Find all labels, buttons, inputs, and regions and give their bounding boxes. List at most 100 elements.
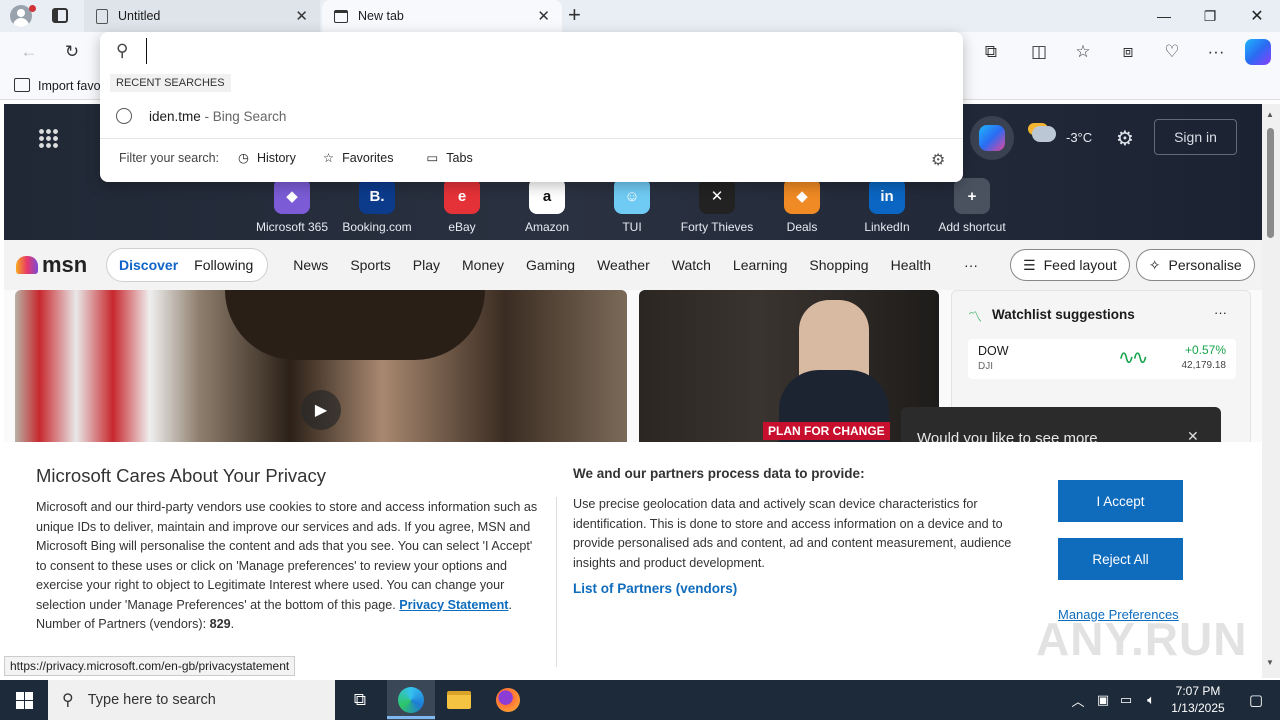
tab-discover[interactable]: Discover: [107, 257, 190, 273]
taskbar-search-placeholder: Type here to search: [87, 692, 216, 708]
scroll-down-arrow[interactable]: ▼: [1266, 658, 1274, 667]
watchlist-icon: 〽: [968, 309, 982, 325]
show-hidden-icons[interactable]: ︿: [1066, 680, 1090, 720]
nav-money[interactable]: Money: [451, 257, 515, 273]
extensions-icon[interactable]: ⧉: [974, 35, 1008, 69]
shortcut-label: eBay: [448, 220, 476, 234]
shortcut-label: LinkedIn: [864, 220, 910, 234]
privacy-statement-link[interactable]: Privacy Statement: [399, 598, 508, 612]
start-button[interactable]: [0, 680, 48, 720]
copilot-icon[interactable]: [970, 116, 1014, 160]
reject-all-button[interactable]: Reject All: [1058, 538, 1183, 580]
msn-logo[interactable]: msn: [16, 252, 94, 278]
nav-learning[interactable]: Learning: [722, 257, 799, 273]
back-button[interactable]: ←: [12, 35, 46, 69]
stock-row[interactable]: DOW DJI ∿∿ +0.57% 42,179.18: [968, 339, 1236, 379]
status-bar-url: https://privacy.microsoft.com/en-gb/priv…: [4, 656, 296, 676]
close-tab-icon[interactable]: ✕: [537, 7, 550, 25]
settings-icon[interactable]: ⚙: [1116, 126, 1134, 151]
nav-weather[interactable]: Weather: [586, 257, 661, 273]
scroll-thumb[interactable]: [1267, 128, 1274, 238]
tab-new-tab[interactable]: New tab ✕: [322, 0, 562, 32]
taskbar-search[interactable]: ⚲ Type here to search: [48, 680, 335, 720]
tabs-icon: ▭: [426, 151, 439, 165]
nav-sports[interactable]: Sports: [339, 257, 401, 273]
import-favorites-icon[interactable]: [14, 78, 30, 92]
windows-logo-icon: [15, 691, 33, 709]
address-input[interactable]: [146, 38, 926, 64]
volume-icon[interactable]: 🔈︎: [1140, 680, 1162, 720]
msn-butterfly-icon: [16, 256, 38, 274]
news-card[interactable]: PLAN FOR CHANGE: [639, 290, 939, 442]
tab-title: Untitled: [118, 9, 161, 23]
consent-left: Microsoft and our third-party vendors us…: [36, 500, 538, 631]
close-tab-icon[interactable]: ✕: [295, 7, 308, 25]
new-tab-button[interactable]: +: [568, 2, 581, 28]
nav-gaming[interactable]: Gaming: [515, 257, 586, 273]
tab-title: New tab: [358, 9, 404, 23]
shortcut-icon: ◆: [274, 178, 310, 214]
watchlist-more-icon[interactable]: ···: [1214, 305, 1227, 320]
shortcut-label: Microsoft 365: [255, 220, 329, 234]
stock-sparkline-icon: ∿∿: [1118, 347, 1148, 369]
video-card[interactable]: ▶: [15, 290, 627, 442]
shortcut-label: Amazon: [524, 220, 570, 234]
import-favorites-link[interactable]: Import favo: [38, 79, 101, 93]
edge-icon[interactable]: [387, 680, 435, 720]
minimize-button[interactable]: —: [1141, 0, 1187, 32]
weather-temp[interactable]: -3°C: [1066, 130, 1092, 145]
task-view-icon[interactable]: ⧉: [336, 680, 384, 720]
close-window-button[interactable]: ✕: [1234, 0, 1280, 32]
filter-tabs[interactable]: ▭ Tabs: [426, 150, 472, 166]
toast-close-icon[interactable]: ✕: [1187, 428, 1199, 442]
accept-button[interactable]: I Accept: [1058, 480, 1183, 522]
file-explorer-icon[interactable]: [435, 680, 483, 720]
notifications-icon[interactable]: ▢: [1232, 680, 1280, 720]
split-screen-icon[interactable]: ◫: [1022, 35, 1056, 69]
more-menu-icon[interactable]: ···: [1199, 35, 1233, 69]
firefox-icon[interactable]: [484, 680, 532, 720]
page-scrollbar[interactable]: ▲ ▼: [1262, 104, 1280, 678]
nav-watch[interactable]: Watch: [661, 257, 722, 273]
shortcut-icon: ◆: [784, 178, 820, 214]
play-icon[interactable]: ▶: [301, 390, 341, 430]
nav-play[interactable]: Play: [402, 257, 451, 273]
nav-news[interactable]: News: [282, 257, 339, 273]
consent-title: Microsoft Cares About Your Privacy: [36, 465, 326, 486]
feed-layout-button[interactable]: ☰ Feed layout: [1010, 249, 1130, 281]
devices-icon[interactable]: ▣: [1092, 680, 1114, 720]
browser-essentials-icon[interactable]: ♡: [1155, 35, 1189, 69]
clock[interactable]: 7:07 PM 1/13/2025: [1164, 683, 1232, 717]
personalise-button[interactable]: ✧ Personalise: [1135, 249, 1255, 281]
network-icon[interactable]: ▭: [1115, 680, 1137, 720]
search-settings-icon[interactable]: ⚙: [931, 150, 945, 170]
collections-icon[interactable]: ⧈: [1111, 35, 1145, 69]
shortcut-icon: in: [869, 178, 905, 214]
stock-symbol: DOW: [978, 344, 1009, 358]
tab-following[interactable]: Following: [190, 257, 267, 273]
shortcut-label: TUI: [622, 220, 642, 234]
refresh-button[interactable]: ↻: [55, 35, 89, 69]
scroll-up-arrow[interactable]: ▲: [1266, 110, 1274, 119]
copilot-icon[interactable]: [1245, 39, 1271, 65]
nav-more-icon[interactable]: ···: [964, 257, 978, 273]
sliders-icon: ☰: [1023, 256, 1036, 273]
nav-shopping[interactable]: Shopping: [798, 257, 879, 273]
list-of-partners-link[interactable]: List of Partners (vendors): [573, 581, 737, 596]
sign-in-button[interactable]: Sign in: [1154, 119, 1237, 155]
favorites-icon[interactable]: ☆: [1066, 35, 1100, 69]
apps-grid-icon[interactable]: [38, 128, 58, 148]
anyrun-watermark: ANY.RUN: [1036, 613, 1248, 665]
nav-health[interactable]: Health: [880, 257, 942, 273]
filter-favorites[interactable]: ☆ Favorites: [323, 150, 394, 166]
search-icon: ⚲: [62, 692, 74, 709]
card-badge: PLAN FOR CHANGE: [763, 422, 890, 440]
filter-history[interactable]: ◷ History: [238, 150, 296, 166]
tab-untitled[interactable]: Untitled ✕: [84, 0, 320, 32]
tab-actions-icon[interactable]: [52, 8, 68, 23]
partners-count: 829: [209, 617, 231, 631]
restore-button[interactable]: ❐: [1187, 0, 1233, 32]
nav-links: News Sports Play Money Gaming Weather Watch Lea…: [282, 257, 942, 273]
shortcut-icon: ☺: [614, 178, 650, 214]
recent-search-item[interactable]: iden.tme - Bing Search: [100, 102, 963, 130]
